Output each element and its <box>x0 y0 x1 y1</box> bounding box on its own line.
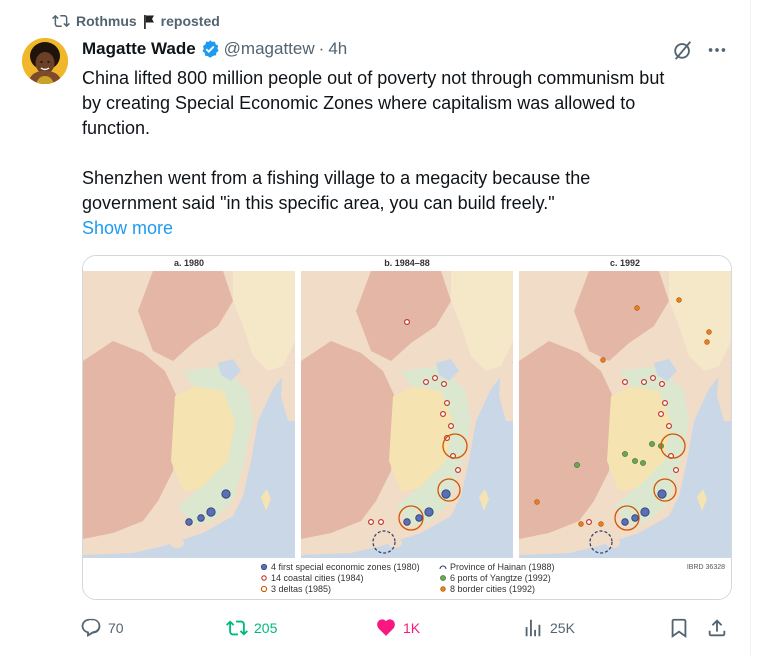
legend-yangtze: 6 ports of Yangtze (1992) <box>450 573 551 583</box>
views-icon <box>522 617 544 639</box>
tweet-top-icons <box>672 38 732 62</box>
tweet-line: by creating Special Economic Zones where… <box>82 93 636 113</box>
legend-coastal-swatch <box>261 575 267 581</box>
grok-icon[interactable] <box>672 39 694 61</box>
author-handle[interactable]: @magattew <box>224 39 315 59</box>
tweet-header: Magatte Wade @magattew · 4h <box>82 38 347 60</box>
heart-icon <box>375 617 397 639</box>
legend-sez-swatch <box>260 563 268 571</box>
verified-badge-icon <box>200 39 220 59</box>
map-panel-1992: c. 1992 <box>519 256 731 558</box>
tweet-line: government said "in this specific area, … <box>82 193 555 213</box>
like-count: 1K <box>403 620 421 636</box>
reply-button[interactable]: 70 <box>80 614 124 642</box>
like-button[interactable]: 1K <box>375 614 420 642</box>
tweet-line: Shenzhen went from a fishing village to … <box>82 168 591 188</box>
map-legend: 4 first special economic zones (1980) 14… <box>83 558 731 599</box>
post-time[interactable]: 4h <box>328 39 347 59</box>
panel-title-1984-88: b. 1984–88 <box>384 258 430 268</box>
show-more-link[interactable]: Show more <box>82 218 173 238</box>
tweet-line: function. <box>82 118 151 138</box>
views-button[interactable]: 25K <box>522 614 575 642</box>
legend-hainan: Province of Hainan (1988) <box>450 562 555 572</box>
legend-border: 8 border cities (1992) <box>450 584 535 594</box>
tweet-media-image[interactable]: a. 1980 b. 1984–88 c. 1992 4 first speci… <box>82 255 732 600</box>
repost-label: reposted <box>160 13 220 29</box>
tweet-action-bar: 70 205 1K 25K <box>80 614 730 642</box>
views-count: 25K <box>550 620 575 636</box>
legend-deltas: 3 deltas (1985) <box>271 584 331 594</box>
separator-dot: · <box>318 39 325 58</box>
author-name[interactable]: Magatte Wade <box>82 39 196 59</box>
repost-icon <box>52 12 70 30</box>
bookmark-button[interactable] <box>668 614 690 642</box>
legend-sez: 4 first special economic zones (1980) <box>271 562 420 572</box>
timeline-border <box>750 0 751 656</box>
repost-count: 205 <box>254 620 278 636</box>
repost-icon <box>226 617 248 639</box>
share-button[interactable] <box>706 614 728 642</box>
reply-count: 70 <box>108 620 124 636</box>
more-options-icon[interactable] <box>706 39 728 61</box>
panel-title-1992: c. 1992 <box>610 258 640 268</box>
map-panel-1980: a. 1980 <box>83 256 296 558</box>
panel-title-1980: a. 1980 <box>174 258 204 268</box>
avatar[interactable] <box>22 38 68 84</box>
map-panel-1984-88: b. 1984–88 <box>301 256 514 558</box>
repost-user[interactable]: Rothmus <box>76 13 137 29</box>
repost-button[interactable]: 205 <box>226 614 277 642</box>
flag-icon <box>143 14 155 29</box>
repost-indicator: Rothmus reposted <box>52 11 220 31</box>
legend-yangtze-swatch <box>440 575 446 581</box>
tweet-text: China lifted 800 million people out of p… <box>82 66 732 241</box>
share-icon <box>706 617 728 639</box>
legend-coastal: 14 coastal cities (1984) <box>271 573 364 583</box>
tweet-line: China lifted 800 million people out of p… <box>82 68 665 88</box>
map-credit: IBRD 36328 <box>687 564 725 571</box>
bookmark-icon <box>668 617 690 639</box>
legend-border-swatch <box>440 586 446 592</box>
reply-icon <box>80 617 102 639</box>
